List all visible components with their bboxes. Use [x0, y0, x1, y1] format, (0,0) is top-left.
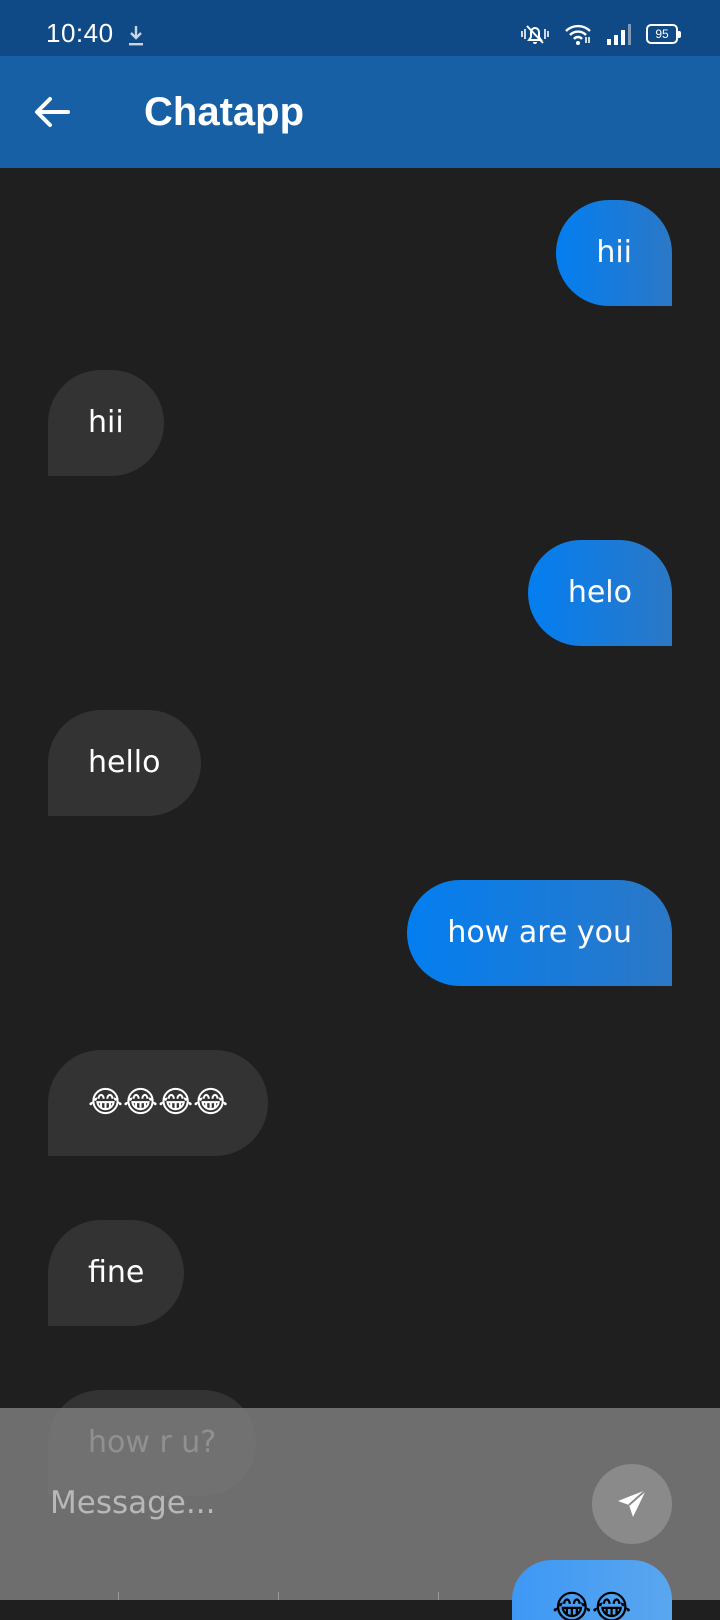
message-row: hello	[0, 710, 720, 816]
divider	[118, 1592, 448, 1600]
wifi-icon	[565, 24, 591, 45]
app-bar: Chatapp	[0, 56, 720, 168]
send-icon	[618, 1489, 647, 1517]
message-row: helo	[0, 540, 720, 646]
message-row: fine	[0, 1220, 720, 1326]
message-row: how are you	[0, 880, 720, 986]
sent-message-bubble[interactable]: how are you	[407, 880, 672, 986]
received-message-bubble[interactable]: 😂😂😂😂	[48, 1050, 269, 1156]
message-row: hii	[0, 200, 720, 306]
send-button[interactable]	[592, 1464, 672, 1544]
status-time: 10:40	[46, 18, 114, 48]
received-message-bubble[interactable]: hii	[48, 370, 164, 476]
mute-icon	[521, 25, 549, 44]
sent-message-text: 😂😂	[552, 1589, 632, 1620]
page-title: Chatapp	[144, 90, 304, 134]
chat-list[interactable]: hii hii helo hello how are you 😂😂😂😂 fine…	[0, 168, 720, 1600]
message-row: 😂😂😂😂	[0, 1050, 720, 1156]
sent-message-bubble[interactable]: 😂😂	[512, 1560, 672, 1620]
status-bar: 10:40 95	[0, 0, 720, 56]
message-input[interactable]	[48, 1474, 572, 1532]
sent-message-bubble[interactable]: hii	[556, 200, 672, 306]
sent-message-bubble[interactable]: helo	[527, 540, 672, 646]
received-message-bubble[interactable]: hello	[48, 710, 201, 816]
back-button[interactable]	[26, 86, 78, 138]
download-icon	[129, 26, 143, 46]
arrow-left-icon	[35, 97, 70, 127]
signal-icon	[607, 24, 631, 45]
battery-icon: 95	[646, 24, 681, 44]
status-icons: 95	[520, 22, 681, 46]
message-row: hii	[0, 370, 720, 476]
message-composer: 😂😂	[0, 1408, 720, 1620]
received-message-bubble[interactable]: fine	[48, 1220, 185, 1326]
